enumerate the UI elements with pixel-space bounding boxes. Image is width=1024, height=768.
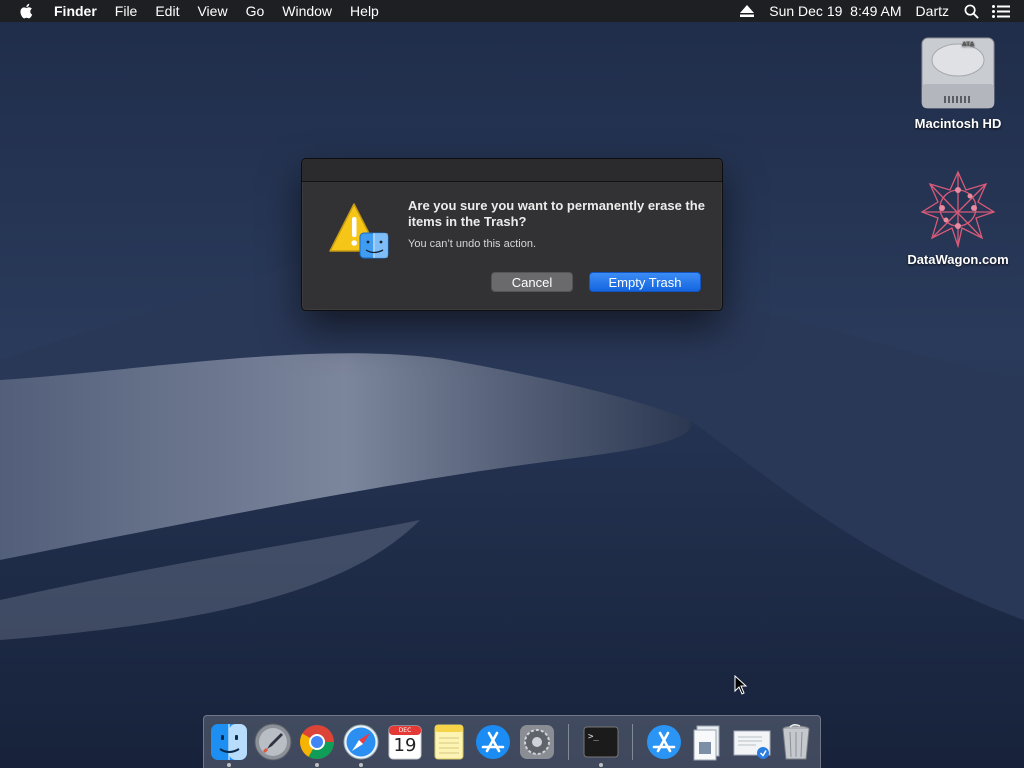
dock-finder[interactable]: [209, 722, 249, 762]
empty-trash-alert-dialog: Are you sure you want to permanently era…: [301, 158, 723, 311]
dock-running-indicator: [227, 763, 231, 767]
dock-running-indicator: [599, 763, 603, 767]
menu-help[interactable]: Help: [341, 0, 388, 22]
menu-user[interactable]: Dartz: [909, 0, 956, 22]
dialog-message: You can’t undo this action.: [408, 238, 537, 250]
network-star-icon: [918, 168, 998, 249]
dock-separator: [568, 724, 569, 760]
dock-app-store[interactable]: [473, 722, 513, 762]
gear-icon: [520, 725, 554, 759]
mouse-cursor-icon: [734, 675, 748, 695]
menu-finder[interactable]: Finder: [50, 0, 106, 22]
menu-clock[interactable]: Sun Dec 19 8:49 AM: [762, 0, 908, 22]
desktop-icon-macintosh-hd[interactable]: ATA Macintosh HD: [903, 32, 1013, 131]
app-store-folder-icon: [647, 725, 681, 759]
preview-document-icon: [733, 730, 771, 759]
dock-documents-stack[interactable]: [688, 722, 728, 762]
desktop-icon-datawagon[interactable]: DataWagon.com: [903, 168, 1013, 267]
trash-icon: [782, 723, 810, 760]
desktop-wallpaper: [0, 0, 1024, 768]
dialog-titlebar[interactable]: [302, 159, 722, 182]
menu-file[interactable]: File: [106, 0, 147, 22]
menu-window[interactable]: Window: [273, 0, 341, 22]
eject-icon[interactable]: [732, 0, 762, 22]
notes-icon: [434, 724, 464, 760]
desktop-icon-label: Macintosh HD: [914, 116, 1002, 131]
menu-view[interactable]: View: [188, 0, 236, 22]
document-stack-icon: [693, 725, 720, 761]
dock-system-preferences[interactable]: [517, 722, 557, 762]
menu-go[interactable]: Go: [237, 0, 274, 22]
dock-notes[interactable]: [429, 722, 469, 762]
svg-text:>_: >_: [588, 732, 599, 742]
calendar-day: 19: [393, 735, 417, 756]
desktop-icon-label: DataWagon.com: [907, 252, 1009, 267]
dock-separator: [632, 724, 633, 760]
terminal-icon: >_: [583, 726, 619, 758]
calendar-month: DEC: [398, 727, 412, 734]
dock-terminal[interactable]: >_: [581, 722, 621, 762]
app-store-icon: [476, 725, 510, 759]
dock-preview-file[interactable]: [732, 722, 772, 762]
dock-launchpad[interactable]: [253, 722, 293, 762]
dock-downloads-stack[interactable]: [644, 722, 684, 762]
finder-icon: [211, 724, 247, 760]
menu-bar: Finder File Edit View Go Window Help Sun…: [0, 0, 1024, 22]
chrome-icon: [300, 725, 334, 759]
dock: DEC 19 >_: [203, 715, 821, 768]
apple-icon[interactable]: [18, 2, 36, 20]
svg-text:ATA: ATA: [962, 41, 975, 48]
dock-calendar[interactable]: DEC 19: [385, 722, 425, 762]
safari-compass-icon: [343, 724, 379, 760]
dialog-title: Are you sure you want to permanently era…: [408, 198, 705, 229]
hard-drive-icon: ATA: [918, 32, 998, 112]
dock-running-indicator: [359, 763, 363, 767]
cancel-button[interactable]: Cancel: [491, 272, 573, 292]
warning-finder-icon: [328, 201, 392, 265]
empty-trash-button[interactable]: Empty Trash: [589, 272, 701, 292]
notification-center-icon[interactable]: [986, 0, 1016, 22]
dock-trash[interactable]: [776, 722, 816, 762]
dock-running-indicator: [315, 763, 319, 767]
spotlight-search-icon[interactable]: [956, 0, 986, 22]
dock-chrome[interactable]: [297, 722, 337, 762]
launchpad-rocket-icon: [254, 723, 292, 761]
dock-safari[interactable]: [341, 722, 381, 762]
menu-edit[interactable]: Edit: [146, 0, 188, 22]
